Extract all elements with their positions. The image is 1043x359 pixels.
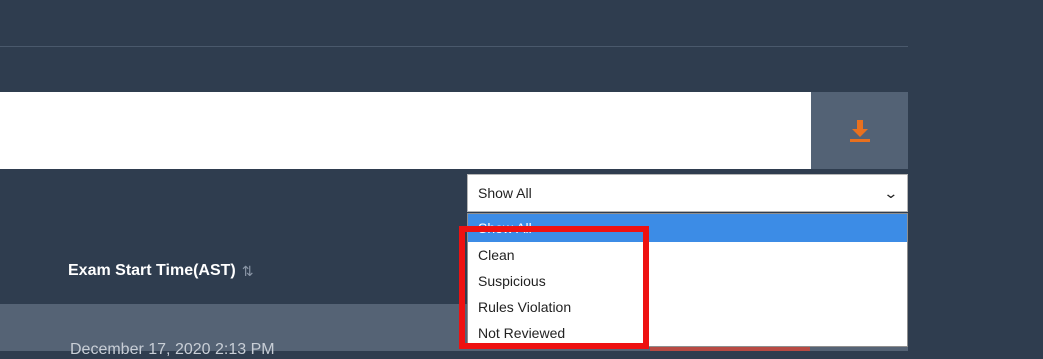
sort-icon[interactable]: ⇅ [242,263,254,280]
right-panel [908,0,1043,351]
review-status-select[interactable]: Show All ⌄ [467,174,908,212]
option-clean[interactable]: Clean [468,242,907,268]
download-icon [849,119,870,142]
column-header-exam-start-time[interactable]: Exam Start Time(AST) ⇅ [68,262,253,280]
option-not-reviewed[interactable]: Not Reviewed [468,320,907,346]
option-rules-violation[interactable]: Rules Violation [468,294,907,320]
option-show-all[interactable]: Show All [468,214,907,242]
select-value: Show All [478,185,532,201]
option-suspicious[interactable]: Suspicious [468,268,907,294]
review-status-options: Show All Clean Suspicious Rules Violatio… [467,213,908,347]
top-divider [0,46,908,47]
chevron-down-icon: ⌄ [883,184,899,201]
download-button[interactable] [811,92,908,169]
search-bar[interactable] [0,92,811,169]
column-header-label: Exam Start Time(AST) [68,262,236,279]
exam-start-time-cell: December 17, 2020 2:13 PM [70,341,275,358]
